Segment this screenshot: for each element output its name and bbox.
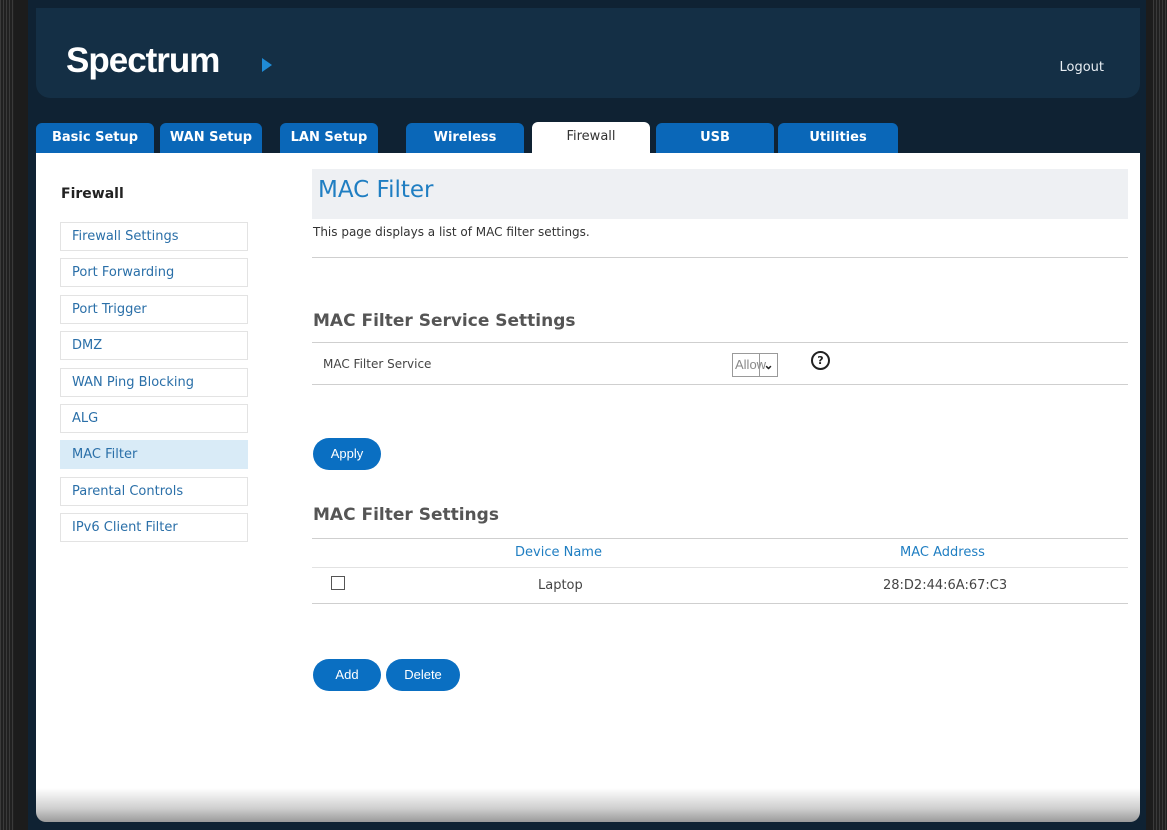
divider: [312, 342, 1128, 343]
sidebar-item-dmz[interactable]: DMZ: [60, 331, 248, 360]
footer-bar: [36, 788, 1140, 822]
sidebar-item-port-forwarding[interactable]: Port Forwarding: [60, 258, 248, 287]
page-description: This page displays a list of MAC filter …: [313, 225, 590, 239]
mac-filter-service-select[interactable]: Allow ⌄: [732, 353, 778, 377]
device-name-cell: Laptop: [538, 578, 583, 593]
mac-address-header: MAC Address: [900, 545, 985, 560]
delete-button[interactable]: Delete: [386, 659, 460, 691]
spectrum-logo: Spectrum: [66, 41, 220, 80]
logout-link[interactable]: Logout: [1059, 60, 1104, 75]
header-bar: Spectrum Logout: [36, 8, 1140, 98]
sidebar-item-firewall-settings[interactable]: Firewall Settings: [60, 222, 248, 251]
settings-section-title: MAC Filter Settings: [313, 505, 499, 525]
tab-usb[interactable]: USB: [656, 123, 774, 153]
sidebar-item-wan-ping-blocking[interactable]: WAN Ping Blocking: [60, 368, 248, 397]
page-title-bar: [312, 169, 1128, 219]
mac-address-cell: 28:D2:44:6A:67:C3: [883, 578, 1008, 593]
apply-button[interactable]: Apply: [313, 438, 381, 470]
service-section-title: MAC Filter Service Settings: [313, 311, 576, 331]
tab-wireless[interactable]: Wireless: [406, 123, 524, 153]
sidebar-item-port-trigger[interactable]: Port Trigger: [60, 295, 248, 324]
left-edge-decoration: [0, 0, 14, 830]
mac-filter-service-label: MAC Filter Service: [323, 357, 432, 371]
sidebar-item-ipv6-client-filter[interactable]: IPv6 Client Filter: [60, 513, 248, 542]
device-name-header: Device Name: [515, 545, 602, 560]
divider: [312, 567, 1128, 568]
logo-arrow-icon: [262, 58, 272, 72]
tab-wan-setup[interactable]: WAN Setup: [160, 123, 262, 153]
content-panel: Firewall Firewall Settings Port Forwardi…: [36, 153, 1140, 798]
right-edge-decoration: [1153, 0, 1167, 830]
divider: [312, 257, 1128, 258]
sidebar-item-mac-filter[interactable]: MAC Filter: [60, 440, 248, 469]
row-select-checkbox[interactable]: [331, 576, 345, 590]
help-icon[interactable]: ?: [811, 351, 830, 370]
sidebar-item-alg[interactable]: ALG: [60, 404, 248, 433]
page-title: MAC Filter: [318, 177, 434, 203]
divider: [312, 384, 1128, 385]
tab-lan-setup[interactable]: LAN Setup: [280, 123, 378, 153]
chevron-down-icon: ⌄: [759, 354, 777, 376]
sidebar-item-parental-controls[interactable]: Parental Controls: [60, 477, 248, 506]
divider: [312, 603, 1128, 604]
tab-basic-setup[interactable]: Basic Setup: [36, 123, 154, 153]
add-button[interactable]: Add: [313, 659, 381, 691]
tab-utilities[interactable]: Utilities: [778, 123, 898, 153]
divider: [312, 538, 1128, 539]
tab-firewall[interactable]: Firewall: [532, 122, 650, 153]
sidebar-title: Firewall: [61, 186, 124, 202]
